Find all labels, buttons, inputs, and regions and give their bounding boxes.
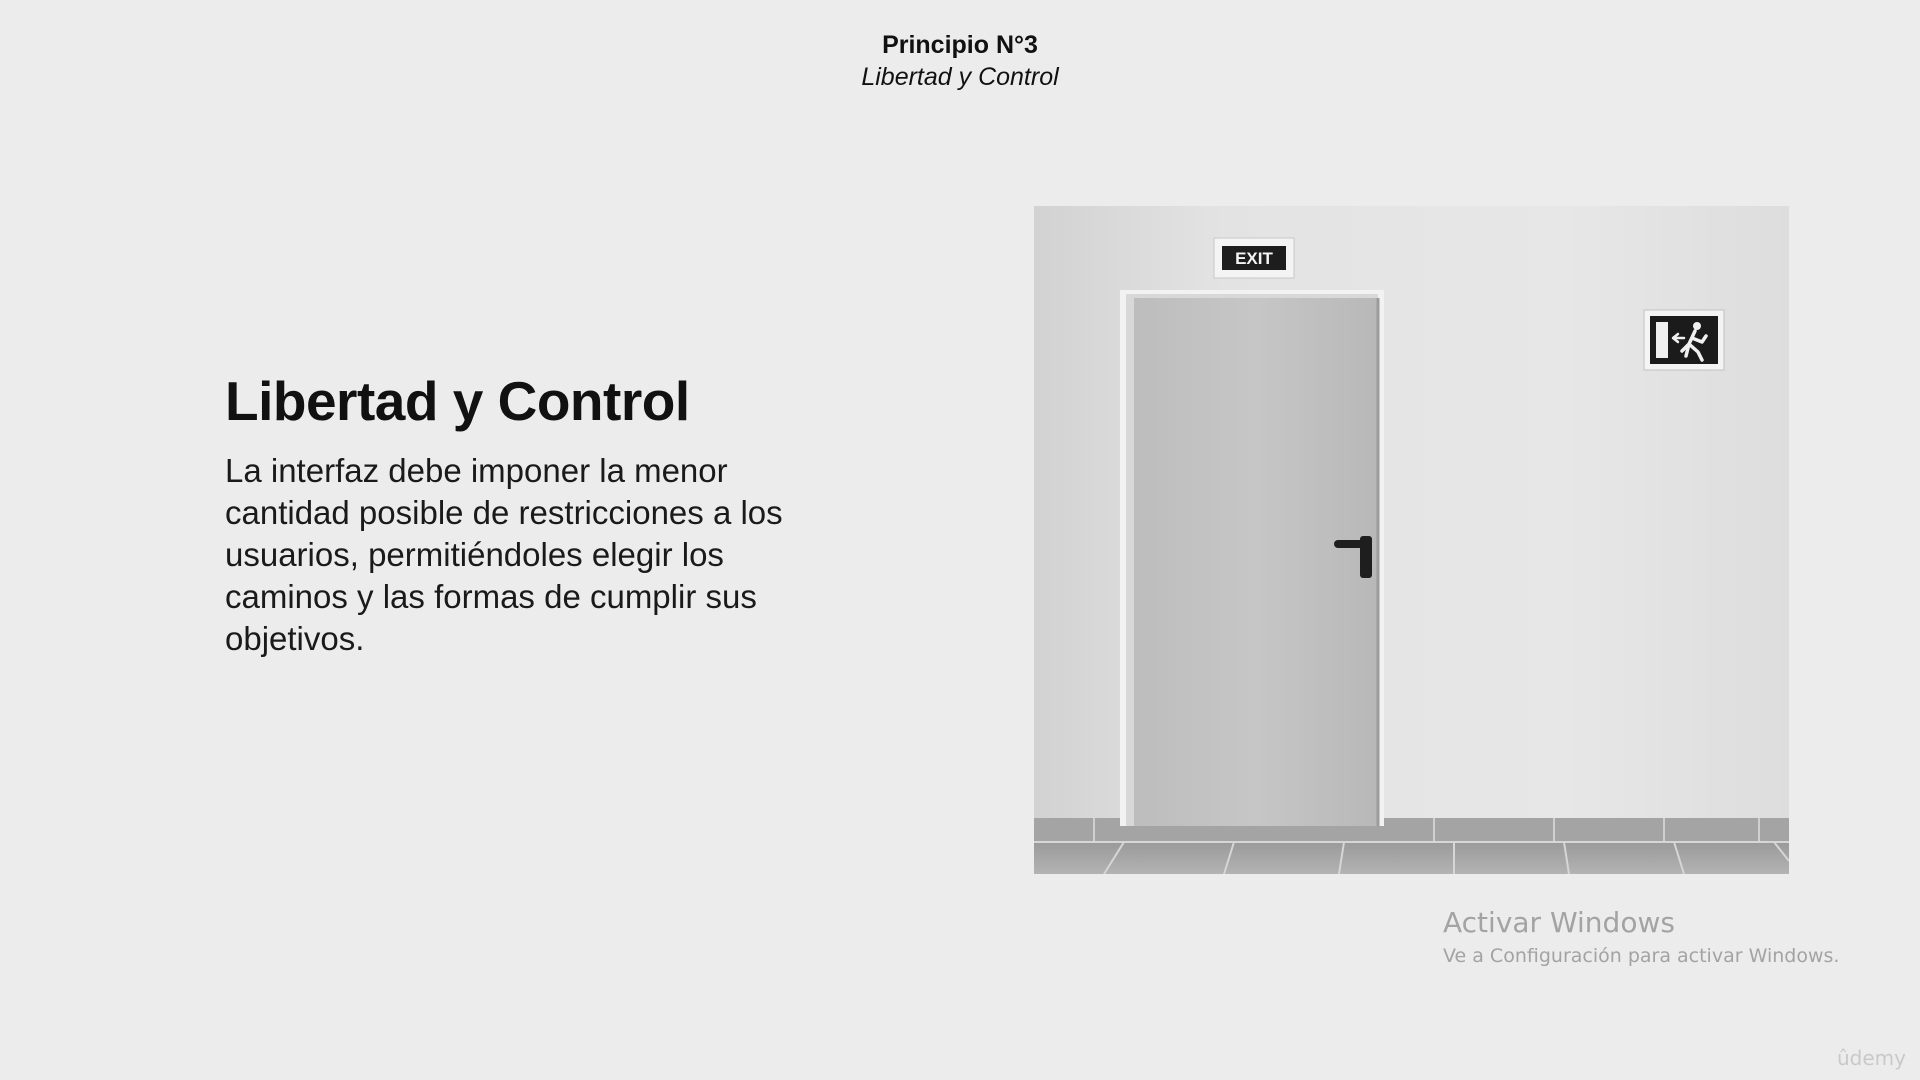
principle-subtitle: Libertad y Control xyxy=(861,63,1059,91)
slide-header: Principio N°3 Libertad y Control xyxy=(0,28,1920,92)
watermark-title: Activar Windows xyxy=(1443,906,1675,939)
windows-activation-watermark: Activar Windows Ve a Configuración para … xyxy=(1443,905,1839,971)
content-heading: Libertad y Control xyxy=(225,370,690,432)
exit-sign-text: EXIT xyxy=(1235,249,1273,268)
exit-door-illustration: EXIT xyxy=(1034,206,1789,874)
emergency-exit-pictogram-icon xyxy=(1643,309,1725,371)
content-body: La interfaz debe imponer la menor cantid… xyxy=(225,452,783,657)
exit-sign-icon: EXIT xyxy=(1213,237,1295,279)
slide: Principio N°3 Libertad y Control Liberta… xyxy=(0,0,1920,1080)
exit-door-photo: EXIT xyxy=(1034,206,1789,874)
door xyxy=(1134,298,1378,826)
principle-number-title: Principio N°3 xyxy=(882,31,1038,59)
udemy-logo: ûdemy xyxy=(1837,1046,1906,1070)
watermark-subtitle: Ve a Configuración para activar Windows. xyxy=(1443,945,1840,967)
